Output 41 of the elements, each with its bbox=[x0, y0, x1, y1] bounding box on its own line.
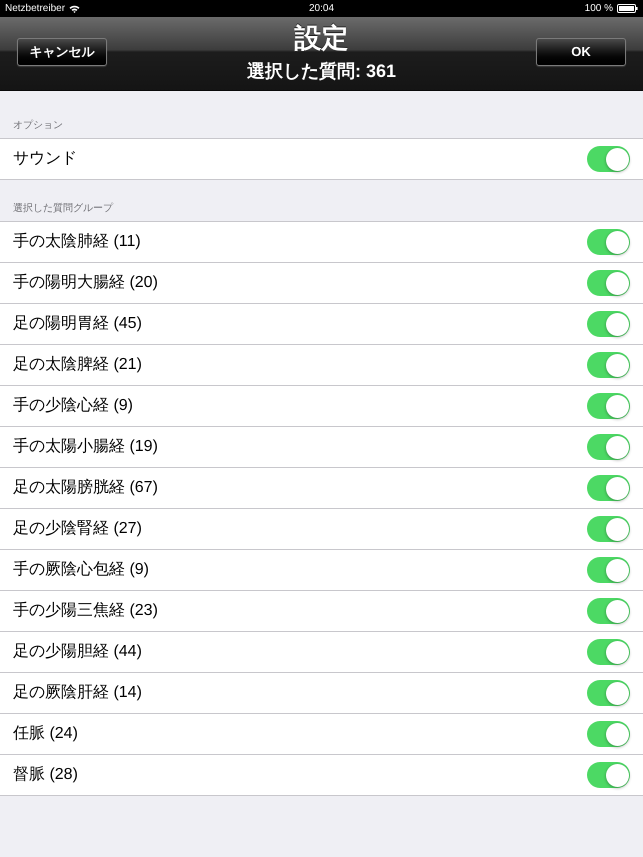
nav-button[interactable]: キャンセル bbox=[17, 38, 107, 66]
toggle-switch[interactable] bbox=[587, 352, 630, 378]
toggle-switch[interactable] bbox=[587, 229, 630, 255]
status-time: 20:04 bbox=[308, 2, 334, 16]
toggle-switch[interactable] bbox=[587, 270, 630, 296]
row-label: 手の陽明大腸経 (20) bbox=[13, 272, 158, 293]
row-label: 手の太陰肺経 (11) bbox=[13, 232, 141, 252]
toggle-switch[interactable] bbox=[587, 762, 630, 788]
toggle-switch[interactable] bbox=[587, 393, 630, 419]
nav-button[interactable]: OK bbox=[536, 38, 626, 66]
toggle-switch[interactable] bbox=[587, 680, 630, 706]
toggle-switch[interactable] bbox=[587, 434, 630, 460]
row-label: 督脈 (28) bbox=[13, 764, 78, 785]
row-label: 手の少陽三焦経 (23) bbox=[13, 600, 158, 621]
row-label: 足の太陽膀胱経 (67) bbox=[13, 478, 158, 498]
row-label: 任脈 (24) bbox=[13, 724, 78, 744]
carrier-name: Netzbetreiber bbox=[5, 2, 66, 16]
row-label: 手の厥陰心包経 (9) bbox=[13, 560, 149, 580]
section-header: オプション bbox=[13, 120, 63, 132]
toggle-switch[interactable] bbox=[587, 311, 630, 337]
row-label: 足の少陰腎経 (27) bbox=[13, 518, 142, 539]
toggle-switch[interactable] bbox=[587, 639, 630, 665]
row-label: サウンド bbox=[13, 149, 77, 169]
row-label: 足の太陰脾経 (21) bbox=[13, 354, 142, 375]
nav-subtitle: 選択した質問: 361 bbox=[246, 60, 396, 83]
row-label: 手の太陽小腸経 (19) bbox=[13, 436, 158, 457]
toggle-switch[interactable] bbox=[587, 516, 630, 542]
toggle-switch[interactable] bbox=[587, 475, 630, 501]
toggle-switch[interactable] bbox=[587, 557, 630, 583]
row-label: 足の少陽胆経 (44) bbox=[13, 642, 142, 662]
toggle-switch[interactable] bbox=[587, 598, 630, 624]
row-label: 手の少陰心経 (9) bbox=[13, 396, 133, 416]
nav-title: 設定 bbox=[294, 22, 348, 55]
section-header: 選択した質問グループ bbox=[13, 203, 113, 215]
battery-percent: 100 % bbox=[584, 2, 613, 16]
row-label: 足の厥陰肝経 (14) bbox=[13, 683, 142, 703]
row-label: 足の陽明胃経 (45) bbox=[13, 314, 142, 334]
wifi-icon bbox=[69, 4, 80, 12]
battery-icon bbox=[617, 4, 638, 13]
toggle-switch[interactable] bbox=[587, 721, 630, 747]
toggle-switch[interactable] bbox=[587, 146, 630, 172]
